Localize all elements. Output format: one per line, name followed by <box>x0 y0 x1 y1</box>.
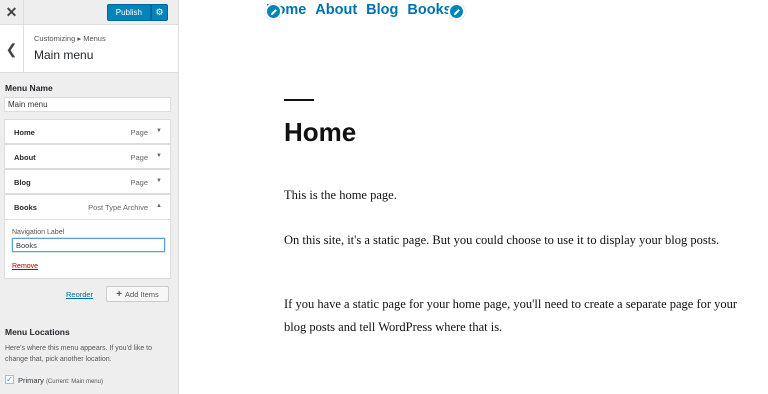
primary-navigation: Home About Blog Books <box>266 2 452 22</box>
section-title: Main menu <box>34 48 94 62</box>
paragraph: On this site, it's a static page. But yo… <box>284 233 720 247</box>
menu-name-input[interactable] <box>4 97 171 112</box>
primary-current-note: (Current: Main menu) <box>45 379 103 385</box>
add-items-label: Add Items <box>125 289 159 299</box>
menu-item-type: Post Type Archive <box>88 203 148 212</box>
chevron-down-icon[interactable]: ▼ <box>156 153 162 159</box>
nav-link-blog[interactable]: Blog <box>366 2 398 22</box>
publish-button[interactable]: Publish <box>106 4 151 21</box>
menu-item-type: Page <box>130 128 148 137</box>
menu-item-about[interactable]: About Page ▼ <box>4 144 171 169</box>
chevron-left-icon[interactable]: ❮ <box>0 25 24 73</box>
site-preview: Home About Blog Books Home This is the h… <box>180 0 768 394</box>
navigation-label-caption: Navigation Label <box>12 229 65 236</box>
publish-group: Publish ⚙ <box>106 4 168 21</box>
add-items-button[interactable]: + Add Items <box>106 286 169 302</box>
nav-link-about[interactable]: About <box>315 2 357 22</box>
reorder-link[interactable]: Reorder <box>66 290 93 299</box>
pencil-icon[interactable] <box>265 3 282 20</box>
menu-locations-title: Menu Locations <box>5 327 70 337</box>
divider <box>5 219 170 220</box>
section-header: ❮ Customizing ▸ Menus Main menu <box>0 25 178 73</box>
page-title: Home <box>284 117 357 147</box>
menu-item-title: Books <box>14 203 37 212</box>
primary-location-label: Primary (Current: Main menu) <box>18 376 103 385</box>
primary-label: Primary <box>18 376 44 385</box>
breadcrumb: Customizing ▸ Menus <box>34 34 106 43</box>
menu-item-books[interactable]: Books Post Type Archive ▲ Navigation Lab… <box>4 194 171 279</box>
nav-link-books[interactable]: Books <box>407 2 451 22</box>
customizer-topbar: ✕ Publish ⚙ <box>0 0 178 25</box>
menu-item-title: About <box>14 153 36 162</box>
pencil-icon[interactable] <box>448 3 465 20</box>
plus-icon: + <box>116 288 123 300</box>
menu-item-title: Blog <box>14 178 31 187</box>
menu-item-home[interactable]: Home Page ▼ <box>4 119 171 144</box>
paragraph: This is the home page. <box>284 188 397 202</box>
menu-item-title: Home <box>14 128 35 137</box>
menu-item-type: Page <box>130 178 148 187</box>
chevron-down-icon[interactable]: ▼ <box>156 128 162 134</box>
menu-name-label: Menu Name <box>5 83 53 93</box>
gear-icon[interactable]: ⚙ <box>151 4 168 21</box>
menu-item-blog[interactable]: Blog Page ▼ <box>4 169 171 194</box>
chevron-down-icon[interactable]: ▼ <box>156 178 162 184</box>
title-divider <box>284 99 314 101</box>
paragraph: If you have a static page for your home … <box>284 297 738 334</box>
close-icon[interactable]: ✕ <box>0 0 24 25</box>
remove-link[interactable]: Remove <box>12 263 38 270</box>
menu-locations-description: Here's where this menu appears. If you'd… <box>5 345 153 363</box>
chevron-up-icon[interactable]: ▲ <box>156 203 162 209</box>
navigation-label-input[interactable] <box>12 238 165 252</box>
primary-location-checkbox[interactable]: ✓ <box>5 375 14 384</box>
customizer-sidebar: ✕ Publish ⚙ ❮ Customizing ▸ Menus Main m… <box>0 0 179 394</box>
menu-item-type: Page <box>130 153 148 162</box>
